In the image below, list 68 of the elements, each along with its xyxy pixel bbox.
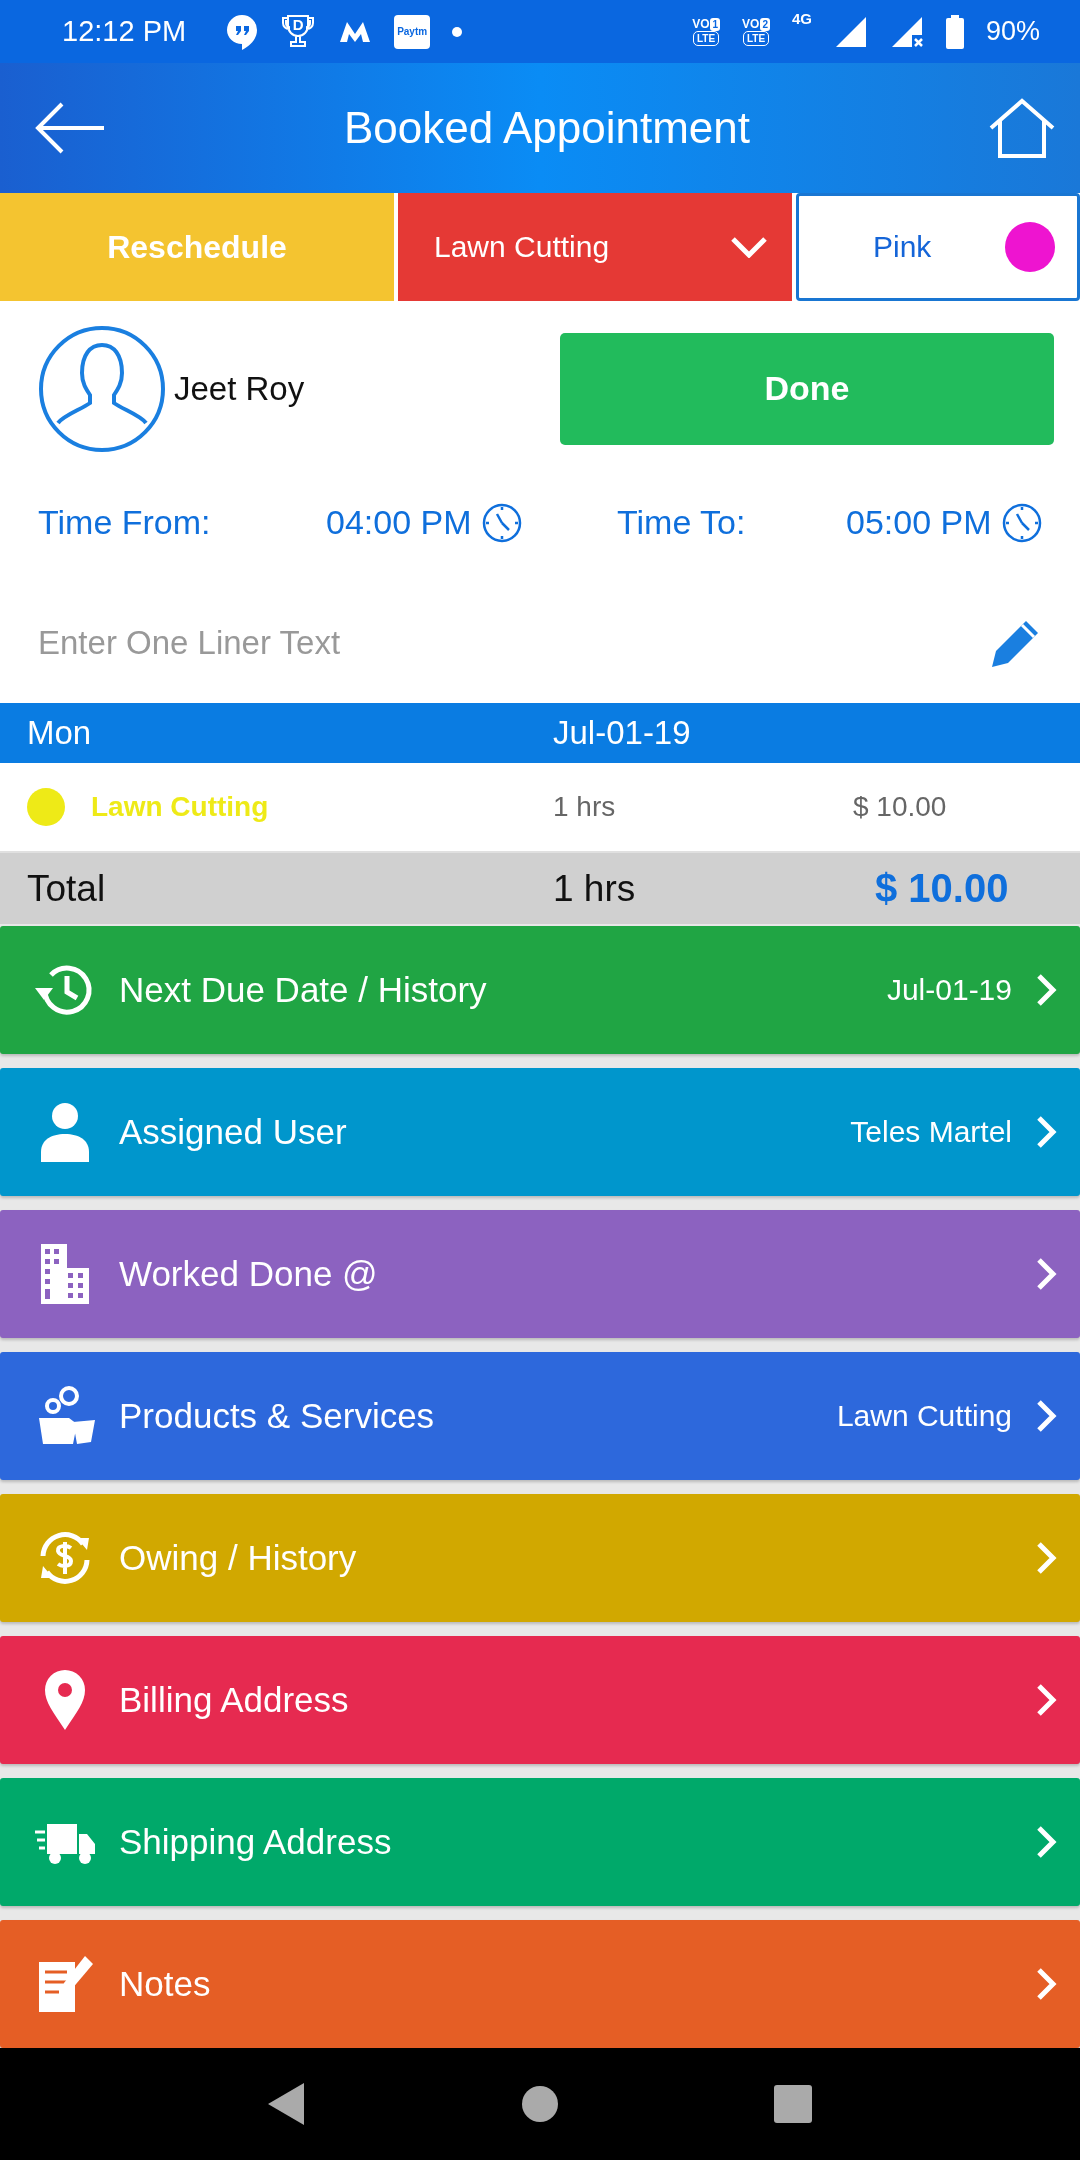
service-name: Lawn Cutting [91, 791, 269, 824]
battery-icon [945, 14, 964, 49]
time-label: Time From: [38, 503, 212, 543]
sim-number: 1 [710, 17, 721, 31]
menu-row[interactable]: Notes [0, 1920, 1080, 2048]
chevron-right-icon [1036, 1967, 1058, 2001]
menu-row[interactable]: Shipping Address [0, 1778, 1080, 1906]
hours-text: 1 hrs [553, 791, 617, 824]
date-label: Jul-01-19 [553, 714, 692, 753]
network-type: 4G [791, 10, 812, 27]
chevron-down-icon [730, 236, 768, 258]
clock-icon[interactable] [481, 502, 522, 543]
screen-title: Booked Appointment [342, 103, 752, 154]
total-amount: $ 10.00 [875, 866, 1010, 912]
wallet-app-icon: Paytm [394, 14, 431, 49]
time-value[interactable]: 04:00 PM [326, 503, 472, 543]
notification-dot-icon [452, 26, 463, 37]
menu-value: Teles Martel [850, 1115, 1012, 1149]
home-nav-icon[interactable] [522, 2086, 558, 2122]
menu-row[interactable]: Next Due Date / History Jul-01-19 [0, 926, 1080, 1054]
chevron-right-icon [1036, 973, 1058, 1007]
time-value[interactable]: 05:00 PM [846, 503, 992, 543]
menu-label: Billing Address [119, 1680, 350, 1720]
chevron-right-icon [1036, 1541, 1058, 1575]
lte-label: LTE [693, 30, 720, 46]
menu-row[interactable]: Billing Address [0, 1636, 1080, 1764]
menu-label: Notes [119, 1964, 212, 2004]
chat-bubble-icon [226, 13, 259, 50]
lte-label: LTE [742, 30, 770, 46]
menu-row[interactable]: Worked Done @ [0, 1210, 1080, 1338]
text-input-field[interactable]: Enter One Liner Text [38, 623, 990, 662]
menu-label: Assigned User [119, 1112, 348, 1152]
volte-label: VO [692, 17, 710, 31]
chevron-right-icon [1036, 1115, 1058, 1149]
chevron-right-icon [1036, 1825, 1058, 1859]
menu-label: Worked Done @ [119, 1254, 379, 1294]
price-text: $ 10.00 [853, 791, 948, 824]
status-time: 12:12 PM [62, 15, 187, 49]
avatar-icon [38, 324, 166, 453]
service-dropdown[interactable]: Lawn Cutting [398, 193, 792, 301]
dropdown-value: Lawn Cutting [434, 230, 610, 264]
back-nav-icon[interactable] [268, 2083, 306, 2125]
total-hours: 1 hrs [553, 867, 637, 910]
clock-icon[interactable] [1001, 502, 1042, 543]
menu-label: Next Due Date / History [119, 970, 488, 1010]
chevron-right-icon [1036, 1257, 1058, 1291]
menu-value: Lawn Cutting [836, 1399, 1012, 1433]
home-icon[interactable] [988, 98, 1056, 159]
done-button[interactable]: Done [560, 332, 1054, 445]
menu-label: Products & Services [119, 1396, 436, 1436]
chevron-right-icon [1036, 1399, 1058, 1433]
trophy-logo: D [280, 13, 317, 50]
chevron-right-icon [1036, 1683, 1058, 1717]
menu-label: Owing / History [119, 1538, 358, 1578]
menu-row[interactable]: Owing / History [0, 1494, 1080, 1622]
time-label: Time To: [617, 503, 747, 543]
battery-level: 90% [985, 16, 1040, 48]
menu-value: Jul-01-19 [886, 973, 1012, 1007]
menu-row[interactable]: Products & Services Lawn Cutting [0, 1352, 1080, 1480]
back-arrow-icon[interactable] [34, 102, 106, 155]
customer-name: Jeet Roy [174, 369, 306, 408]
total-label: Total [27, 867, 107, 910]
menu-label: Shipping Address [119, 1822, 393, 1862]
volte-label: VO [742, 17, 760, 31]
sim-number: 2 [760, 17, 770, 31]
color-picker[interactable]: Pink [796, 193, 1080, 301]
menu-row[interactable]: Assigned User Teles Martel [0, 1068, 1080, 1196]
day-label: Mon [27, 714, 93, 753]
